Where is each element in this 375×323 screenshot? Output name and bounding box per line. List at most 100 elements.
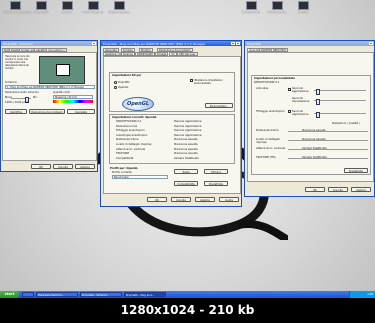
save-button[interactable]: Salva — [174, 169, 198, 174]
aniso-app-checkbox[interactable] — [288, 110, 291, 113]
custom-row-label: Livello di dettaglio mipmap — [256, 138, 280, 144]
custom-row-value: Precisione elevata — [302, 129, 326, 132]
slider-thumb[interactable] — [316, 98, 320, 105]
recycle-bin-icon — [61, 1, 73, 10]
custom-row-value: Precisione elevata — [302, 138, 326, 141]
3d-settings-group: Impostazioni 3D per Direct3D OpenGL Util… — [109, 72, 235, 112]
color-quality-select[interactable]: Massima (32 bit) — [53, 95, 93, 99]
desktop-icon-recycle-bin[interactable]: Cestino — [56, 1, 78, 14]
system-tray: 1.06 — [349, 291, 375, 298]
settings-panel: Trascinare le icone dei monitor in modo … — [2, 52, 97, 161]
ok-button[interactable]: OK — [31, 164, 51, 169]
identify-button[interactable]: Identifica — [5, 109, 27, 114]
setting-value: Sempre Disattivato — [174, 156, 199, 160]
computer-icon — [9, 1, 21, 10]
profile-select[interactable]: Benchmark — [112, 175, 168, 179]
cancel-button[interactable]: Annulla — [53, 164, 73, 169]
antialias-quality-slider[interactable] — [314, 98, 366, 105]
advanced-button[interactable]: Avanzate — [67, 109, 95, 114]
3d-settings-panel: Impostazioni 3D per Direct3D OpenGL Util… — [103, 56, 241, 194]
slider-thumb[interactable] — [316, 111, 320, 118]
custom-row-label: Attendi sincr. verticale — [256, 147, 286, 150]
desktop-icon-internet-explorer[interactable]: Internet Explorer — [82, 1, 104, 14]
desktop-icon-folder[interactable]: Cartella — [292, 1, 314, 14]
image-size-caption: 1280x1024 - 210 kb — [0, 298, 375, 323]
opengl-properties-window: Proprietà OpenGL RADEON 9800 PRO OpenGL … — [244, 40, 375, 197]
slider-thumb[interactable] — [316, 88, 320, 95]
taskbar-item-adapter-props[interactable]: Proprietà - Plug and... — [124, 292, 166, 297]
opengl-radio[interactable] — [114, 86, 117, 89]
help-button[interactable]: Guida — [219, 197, 239, 202]
setting-name: Livello di dettaglio mipmap — [116, 143, 152, 146]
apply-button[interactable]: Applica — [351, 187, 371, 192]
shortcut-icon — [245, 1, 257, 10]
taskbar-item-quicklaunch[interactable] — [22, 292, 34, 297]
ok-button[interactable]: OK — [305, 187, 325, 192]
taskbar: start Hardware Perform... Proprietà - Sc… — [0, 291, 375, 298]
monitor-icon — [56, 64, 70, 76]
start-button[interactable]: start — [0, 291, 19, 298]
desktop-icon-shortcut[interactable]: Collegamento — [240, 1, 262, 14]
cancel-button[interactable]: Annulla — [328, 187, 348, 192]
cancel-button[interactable]: Annulla — [171, 197, 191, 202]
setting-value: Precisione elevata — [174, 143, 198, 146]
display-select[interactable]: 1. Plug and Play sul RADEON 9800 PRO (EN… — [5, 85, 95, 89]
custom-row-slider[interactable] — [288, 140, 368, 141]
opengl-settings-panel: Impostazioni personalizzate SMOOTHVISION… — [247, 52, 374, 182]
setting-name: Filtraggio anisotropico — [116, 129, 145, 133]
setting-value: Tascorsi Applicazione — [174, 129, 202, 133]
monitor-preview[interactable] — [39, 56, 85, 84]
troubleshoot-button[interactable]: Risoluzione dei problemi — [29, 109, 65, 114]
custom-row-slider[interactable] — [288, 158, 368, 159]
setting-name: Preferenze trama — [116, 138, 139, 142]
setting-name: TRUFORM — [116, 152, 129, 156]
custom-settings-checkbox[interactable] — [190, 79, 193, 82]
close-icon[interactable] — [236, 42, 240, 45]
mail-icon — [113, 1, 125, 10]
apply-button[interactable]: Applica — [75, 164, 95, 169]
title-bar: Proprietà - Schermo — [1, 41, 97, 46]
taskbar-item-hardware[interactable]: Hardware Perform... — [36, 292, 78, 297]
setting-name: SMOOTHVISION 2.1 — [116, 120, 142, 123]
opengl-logo: OpenGL — [122, 97, 154, 111]
desktop-icon-documents[interactable]: Documenti — [30, 1, 52, 14]
setting-value: Tascorsi Applicazione — [174, 133, 202, 137]
custom-row-label: TRUFORM (TM) — [256, 156, 276, 159]
title-bar: Proprietà — [245, 41, 374, 46]
custom-row-slider[interactable] — [288, 149, 368, 150]
custom-row-slider[interactable] — [288, 131, 368, 132]
setting-name: Compatibilità — [116, 156, 134, 160]
custom-row-value: Sempre Disattivato — [302, 156, 327, 159]
setting-name: Attendi sincr. verticale — [116, 147, 146, 151]
antialias-app-checkbox[interactable] — [288, 88, 291, 91]
close-icon[interactable] — [92, 42, 96, 45]
desktop-icon-my-computer[interactable]: Risorse del computer — [4, 1, 32, 14]
folder-icon — [35, 1, 47, 10]
desktop-icon-outlook[interactable]: Outlook Express — [108, 1, 130, 14]
setting-value: Precisione elevata — [174, 147, 198, 151]
display-properties-window: Proprietà - Schermo Temi Desktop Screen … — [0, 40, 98, 172]
desktop-icon-network[interactable]: Risorse di rete — [266, 1, 288, 14]
color-bar — [53, 100, 93, 103]
setting-value: Tascorsi Applicazione — [174, 124, 202, 128]
help-icon[interactable] — [231, 42, 235, 45]
folder-icon — [297, 1, 309, 10]
ok-button[interactable]: OK — [147, 197, 167, 202]
defaults-button[interactable]: Predefinite — [344, 168, 368, 173]
direct3d-radio[interactable] — [114, 81, 117, 84]
close-icon[interactable] — [369, 42, 373, 45]
apply-button[interactable]: Applica — [195, 197, 215, 202]
antialias-slider[interactable] — [314, 88, 366, 95]
compatibility-button[interactable]: Compatibilità — [174, 181, 198, 186]
custom-settings-group: Impostazioni personalizzate SMOOTHVISION… — [251, 75, 371, 175]
taskbar-item-display-props[interactable]: Proprietà - Schermo — [80, 292, 122, 297]
adapter-properties-window: Proprietà - Plug and Play sul RADEON 980… — [100, 40, 242, 207]
resolution-slider[interactable] — [11, 96, 31, 103]
network-icon — [271, 1, 283, 10]
current-settings-group: Impostazioni correnti: OpenGL SMOOTHVISI… — [109, 114, 235, 164]
defaults-button[interactable]: Predefinite — [204, 181, 228, 186]
aniso-slider[interactable] — [314, 111, 366, 118]
customize-button[interactable]: Personalizza... — [205, 103, 233, 108]
browser-icon — [87, 1, 99, 10]
delete-button[interactable]: Elimina — [204, 169, 228, 174]
